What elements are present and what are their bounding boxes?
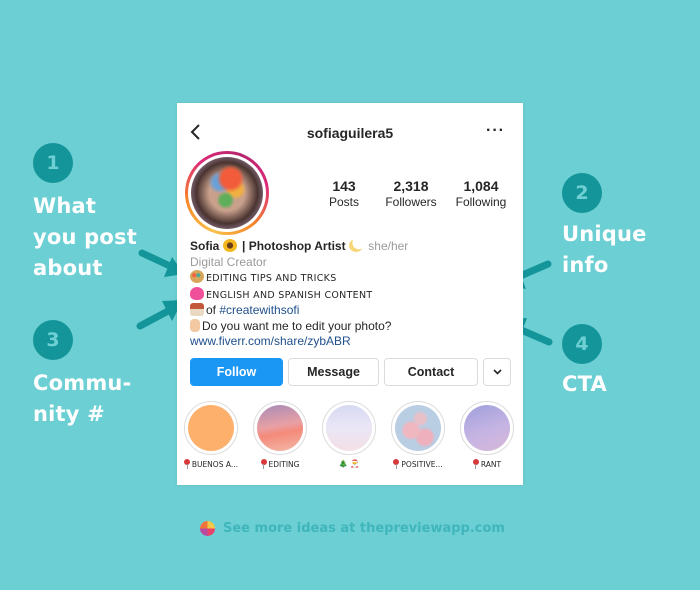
suggested-dropdown-button[interactable]: [483, 358, 511, 386]
highlight-item[interactable]: RANT: [460, 401, 514, 469]
highlight-label: 🎄 🎅: [322, 459, 376, 468]
highlight-cover-ring: [184, 401, 238, 455]
annotation-badge-4: 4: [562, 324, 602, 364]
footer-text[interactable]: See more ideas at thepreviewapp.com: [223, 521, 505, 536]
stat-posts[interactable]: 143 Posts: [312, 178, 376, 210]
highlight-label-text: 🎄 🎅: [338, 459, 360, 468]
story-highlights: BUENOS A... EDITING 🎄 🎅 POSITIVE... RANT: [184, 401, 514, 469]
message-button[interactable]: Message: [288, 358, 379, 386]
annotation-badge-3: 3: [33, 320, 73, 360]
bio-category: Digital Creator: [190, 254, 267, 269]
bio-line-4-text: Do you want me to edit your photo?: [202, 318, 392, 333]
highlight-cover: [395, 405, 441, 451]
bio-hashtag-link[interactable]: #createwithsofi: [219, 303, 299, 317]
stat-posts-label: Posts: [328, 195, 359, 209]
annotation-text-4: CTA: [562, 369, 607, 400]
annotation-4-line-1: CTA: [562, 372, 607, 396]
stat-followers-value: 2,318: [393, 178, 429, 194]
annotation-2-line-1: Unique: [562, 222, 647, 246]
highlight-cover-ring: [460, 401, 514, 455]
annotation-text-3: Commu- nity #: [33, 368, 131, 430]
highlight-label: RANT: [460, 459, 514, 469]
stat-followers[interactable]: 2,318 Followers: [376, 178, 446, 210]
profile-avatar[interactable]: [185, 151, 269, 235]
highlight-item[interactable]: BUENOS A...: [184, 401, 238, 469]
profile-bio: Sofia | Photoshop Artist she/her Digital…: [190, 239, 515, 350]
pin-icon: [184, 459, 190, 469]
annotation-text-2: Unique info: [562, 219, 647, 281]
profile-username: sofiaguilera5: [306, 125, 394, 141]
pin-icon: [260, 459, 267, 469]
bio-line-4: Do you want me to edit your photo?: [190, 318, 515, 335]
annotation-text-1: What you post about: [33, 191, 137, 284]
bio-pronouns: she/her: [368, 239, 409, 253]
more-horizontal-icon[interactable]: ···: [486, 122, 505, 140]
pin-icon: [393, 459, 400, 469]
annotation-1-line-3: about: [33, 256, 103, 280]
crescent-moon-icon: [348, 239, 363, 252]
highlight-cover-ring: [322, 401, 376, 455]
highlight-label: BUENOS A...: [184, 459, 238, 469]
avatar-inner-border: [188, 154, 266, 232]
bio-line-3: of #createwithsofi: [190, 303, 515, 319]
annotation-1-line-2: you post: [33, 225, 137, 249]
footer-promo: See more ideas at thepreviewapp.com: [200, 521, 505, 536]
thepreviewapp-logo-icon: [200, 521, 215, 536]
pin-icon: [472, 459, 479, 469]
highlight-label: EDITING: [253, 459, 307, 469]
highlight-item[interactable]: POSITIVE...: [391, 401, 445, 469]
artist-palette-icon: [190, 270, 204, 283]
stat-following[interactable]: 1,084 Following: [446, 178, 516, 210]
highlight-label-text: POSITIVE...: [401, 459, 443, 469]
annotation-badge-2: 2: [562, 173, 602, 213]
bio-name: Sofia: [190, 239, 220, 253]
bio-name-line: Sofia | Photoshop Artist she/her: [190, 239, 515, 255]
highlight-label-text: EDITING: [268, 459, 300, 469]
chevron-down-icon: [492, 369, 502, 375]
growing-heart-icon: [190, 286, 204, 300]
highlight-cover: [257, 405, 303, 451]
highlight-cover: [188, 405, 234, 451]
annotation-badge-1: 1: [33, 143, 73, 183]
highlight-item[interactable]: 🎄 🎅: [322, 401, 376, 469]
bio-title: | Photoshop Artist: [238, 239, 346, 253]
contact-button[interactable]: Contact: [384, 358, 478, 386]
highlight-label-text: RANT: [480, 459, 502, 469]
annotation-2-line-2: info: [562, 253, 609, 277]
highlight-cover-ring: [391, 401, 445, 455]
highlight-item[interactable]: EDITING: [253, 401, 307, 469]
highlight-label: POSITIVE...: [391, 459, 445, 469]
stat-following-value: 1,084: [463, 178, 499, 194]
bio-line-2: ENGLISH AND SPANISH CONTENT: [190, 286, 515, 304]
instagram-profile-card: sofiaguilera5 ··· 143 Posts 2,318 Follow…: [177, 103, 523, 485]
profile-action-buttons: Follow Message Contact: [190, 358, 511, 386]
highlight-label-text: BUENOS A...: [191, 459, 238, 469]
highlight-cover: [464, 405, 510, 451]
bio-website-link[interactable]: www.fiverr.com/share/zybABR: [190, 334, 515, 350]
annotation-1-line-1: What: [33, 194, 97, 218]
follow-button[interactable]: Follow: [190, 358, 283, 386]
highlight-cover-ring: [253, 401, 307, 455]
sunflower-icon: [222, 239, 237, 252]
stat-posts-value: 143: [332, 178, 356, 194]
highlight-cover: [326, 405, 372, 451]
bio-line-3-prefix: of: [206, 303, 220, 317]
pointing-down-hand-icon: [190, 318, 200, 332]
avatar-photo: [191, 157, 263, 229]
stat-following-label: Following: [455, 195, 507, 209]
bio-line-2-text: ENGLISH AND SPANISH CONTENT: [206, 289, 373, 301]
stat-followers-label: Followers: [385, 195, 437, 209]
house-icon: [190, 303, 204, 316]
bio-line-1-text: EDITING TIPS AND TRICKS: [206, 273, 337, 284]
profile-stats: 143 Posts 2,318 Followers 1,084 Followin…: [312, 178, 516, 210]
annotation-3-line-2: nity #: [33, 402, 105, 426]
annotation-3-line-1: Commu-: [33, 371, 132, 395]
bio-line-1: EDITING TIPS AND TRICKS: [190, 270, 515, 287]
